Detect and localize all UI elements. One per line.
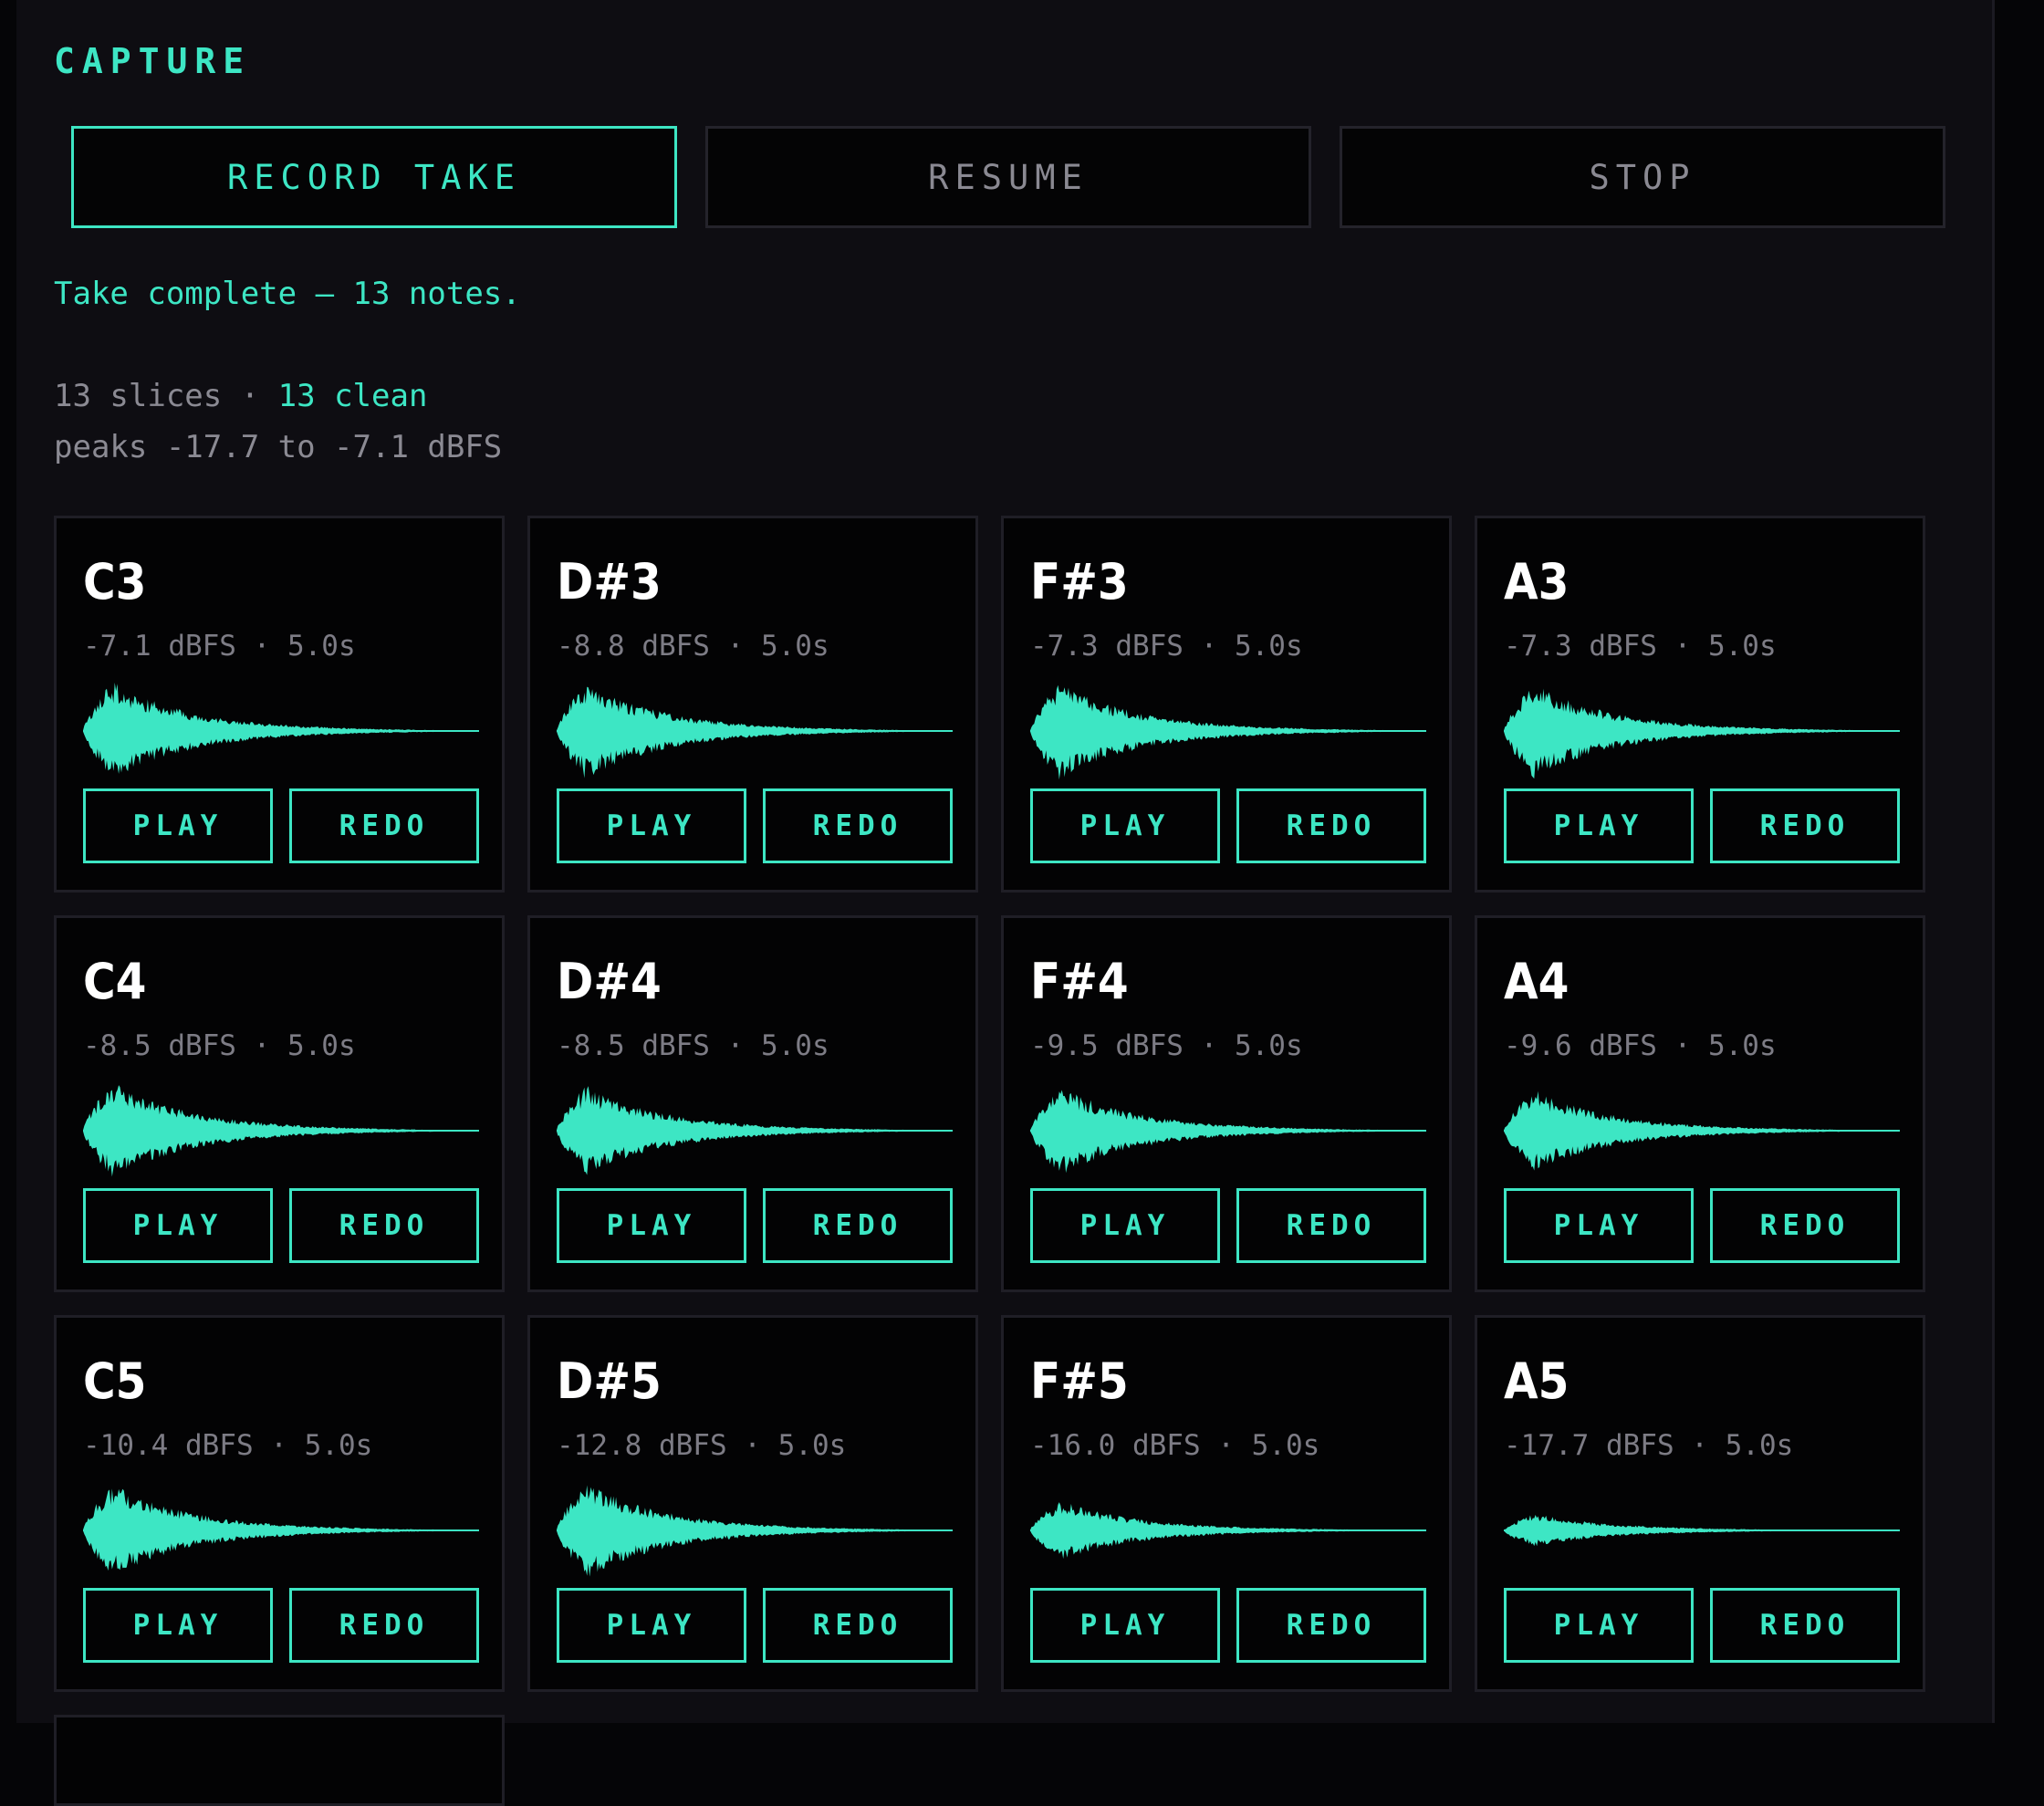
note-name: F#3	[1030, 553, 1129, 611]
waveform-envelope	[83, 1085, 479, 1177]
sample-card: A5 -17.7 dBFS · 5.0s PLAY REDO	[1475, 1315, 1925, 1692]
note-name: A3	[1504, 553, 1570, 611]
play-button[interactable]: PLAY	[557, 788, 746, 863]
sample-meta: -7.3 dBFS · 5.0s	[1030, 630, 1303, 663]
peak-range: peaks -17.7 to -7.1 dBFS	[54, 429, 503, 465]
sample-meta: -9.5 dBFS · 5.0s	[1030, 1029, 1303, 1062]
sample-meta: -9.6 dBFS · 5.0s	[1504, 1029, 1777, 1062]
redo-button[interactable]: REDO	[289, 788, 479, 863]
note-name: A4	[1504, 953, 1570, 1010]
stop-button[interactable]: STOP	[1340, 126, 1945, 228]
redo-button[interactable]: REDO	[1236, 1188, 1426, 1263]
sample-card: F#5 -16.0 dBFS · 5.0s PLAY REDO	[1001, 1315, 1452, 1692]
waveform	[557, 1086, 953, 1175]
waveform	[1504, 1515, 1900, 1547]
waveform-envelope	[1504, 1091, 1900, 1171]
waveform-envelope	[1030, 1502, 1426, 1560]
sample-card: F#4 -9.5 dBFS · 5.0s PLAY REDO	[1001, 915, 1452, 1292]
sample-meta: -16.0 dBFS · 5.0s	[1030, 1429, 1320, 1462]
sample-card-partial	[54, 1715, 505, 1806]
redo-button[interactable]: REDO	[1710, 1188, 1900, 1263]
waveform	[557, 686, 953, 778]
sample-card: D#3 -8.8 dBFS · 5.0s PLAY REDO	[527, 516, 978, 893]
sample-card: D#5 -12.8 dBFS · 5.0s PLAY REDO	[527, 1315, 978, 1692]
note-name: C3	[83, 553, 147, 611]
play-button[interactable]: PLAY	[557, 1588, 746, 1663]
play-button[interactable]: PLAY	[83, 788, 273, 863]
record-take-button[interactable]: RECORD TAKE	[71, 126, 677, 228]
waveform-envelope	[1504, 688, 1900, 779]
waveform	[1030, 1090, 1426, 1174]
clean-count: 13 clean	[277, 378, 428, 414]
section-title: CAPTURE	[54, 41, 252, 81]
resume-button[interactable]: RESUME	[705, 126, 1311, 228]
note-name: F#5	[1030, 1352, 1129, 1410]
note-name: C5	[83, 1352, 147, 1410]
note-name: D#3	[557, 553, 662, 611]
sample-meta: -7.1 dBFS · 5.0s	[83, 630, 356, 663]
sample-meta: -12.8 dBFS · 5.0s	[557, 1429, 847, 1462]
sample-meta: -8.5 dBFS · 5.0s	[557, 1029, 829, 1062]
note-name: F#4	[1030, 953, 1129, 1010]
take-status: Take complete — 13 notes.	[54, 276, 521, 312]
waveform	[83, 1488, 479, 1571]
waveform-envelope	[1030, 684, 1426, 780]
sample-card: C4 -8.5 dBFS · 5.0s PLAY REDO	[54, 915, 505, 1292]
play-button[interactable]: PLAY	[1030, 1588, 1220, 1663]
sample-card: F#3 -7.3 dBFS · 5.0s PLAY REDO	[1001, 516, 1452, 893]
slice-counts: 13 slices · 13 clean	[54, 371, 502, 422]
waveform	[1030, 684, 1426, 780]
play-button[interactable]: PLAY	[1504, 1188, 1694, 1263]
play-button[interactable]: PLAY	[1030, 788, 1220, 863]
play-button[interactable]: PLAY	[557, 1188, 746, 1263]
summary-separator: ·	[222, 378, 278, 414]
play-button[interactable]: PLAY	[1504, 1588, 1694, 1663]
note-name: D#5	[557, 1352, 662, 1410]
slice-count: 13 slices	[54, 378, 223, 414]
sample-meta: -8.8 dBFS · 5.0s	[557, 630, 829, 663]
waveform-envelope	[557, 1485, 953, 1577]
play-button[interactable]: PLAY	[1030, 1188, 1220, 1263]
note-name: A5	[1504, 1352, 1570, 1410]
redo-button[interactable]: REDO	[1236, 1588, 1426, 1663]
redo-button[interactable]: REDO	[763, 1188, 953, 1263]
redo-button[interactable]: REDO	[763, 788, 953, 863]
waveform	[1504, 688, 1900, 779]
note-name: D#4	[557, 953, 662, 1010]
waveform-envelope	[557, 1086, 953, 1175]
redo-button[interactable]: REDO	[289, 1188, 479, 1263]
waveform	[1504, 1091, 1900, 1171]
waveform-envelope	[557, 686, 953, 778]
sample-card: D#4 -8.5 dBFS · 5.0s PLAY REDO	[527, 915, 978, 1292]
note-name: C4	[83, 953, 147, 1010]
waveform	[557, 1485, 953, 1577]
redo-button[interactable]: REDO	[289, 1588, 479, 1663]
play-button[interactable]: PLAY	[1504, 788, 1694, 863]
sample-meta: -17.7 dBFS · 5.0s	[1504, 1429, 1794, 1462]
waveform	[1030, 1502, 1426, 1560]
waveform	[83, 683, 479, 774]
redo-button[interactable]: REDO	[763, 1588, 953, 1663]
play-button[interactable]: PLAY	[83, 1588, 273, 1663]
sample-card: C3 -7.1 dBFS · 5.0s PLAY REDO	[54, 516, 505, 893]
waveform	[83, 1085, 479, 1177]
sample-meta: -10.4 dBFS · 5.0s	[83, 1429, 373, 1462]
play-button[interactable]: PLAY	[83, 1188, 273, 1263]
sample-meta: -7.3 dBFS · 5.0s	[1504, 630, 1777, 663]
take-summary: 13 slices · 13 clean peaks -17.7 to -7.1…	[54, 371, 502, 473]
waveform-envelope	[83, 683, 479, 774]
sample-meta: -8.5 dBFS · 5.0s	[83, 1029, 356, 1062]
redo-button[interactable]: REDO	[1710, 788, 1900, 863]
waveform-envelope	[1030, 1090, 1426, 1174]
sample-card: A3 -7.3 dBFS · 5.0s PLAY REDO	[1475, 516, 1925, 893]
sample-card: A4 -9.6 dBFS · 5.0s PLAY REDO	[1475, 915, 1925, 1292]
redo-button[interactable]: REDO	[1236, 788, 1426, 863]
redo-button[interactable]: REDO	[1710, 1588, 1900, 1663]
waveform-envelope	[83, 1488, 479, 1571]
waveform-envelope	[1504, 1515, 1900, 1547]
sample-card: C5 -10.4 dBFS · 5.0s PLAY REDO	[54, 1315, 505, 1692]
